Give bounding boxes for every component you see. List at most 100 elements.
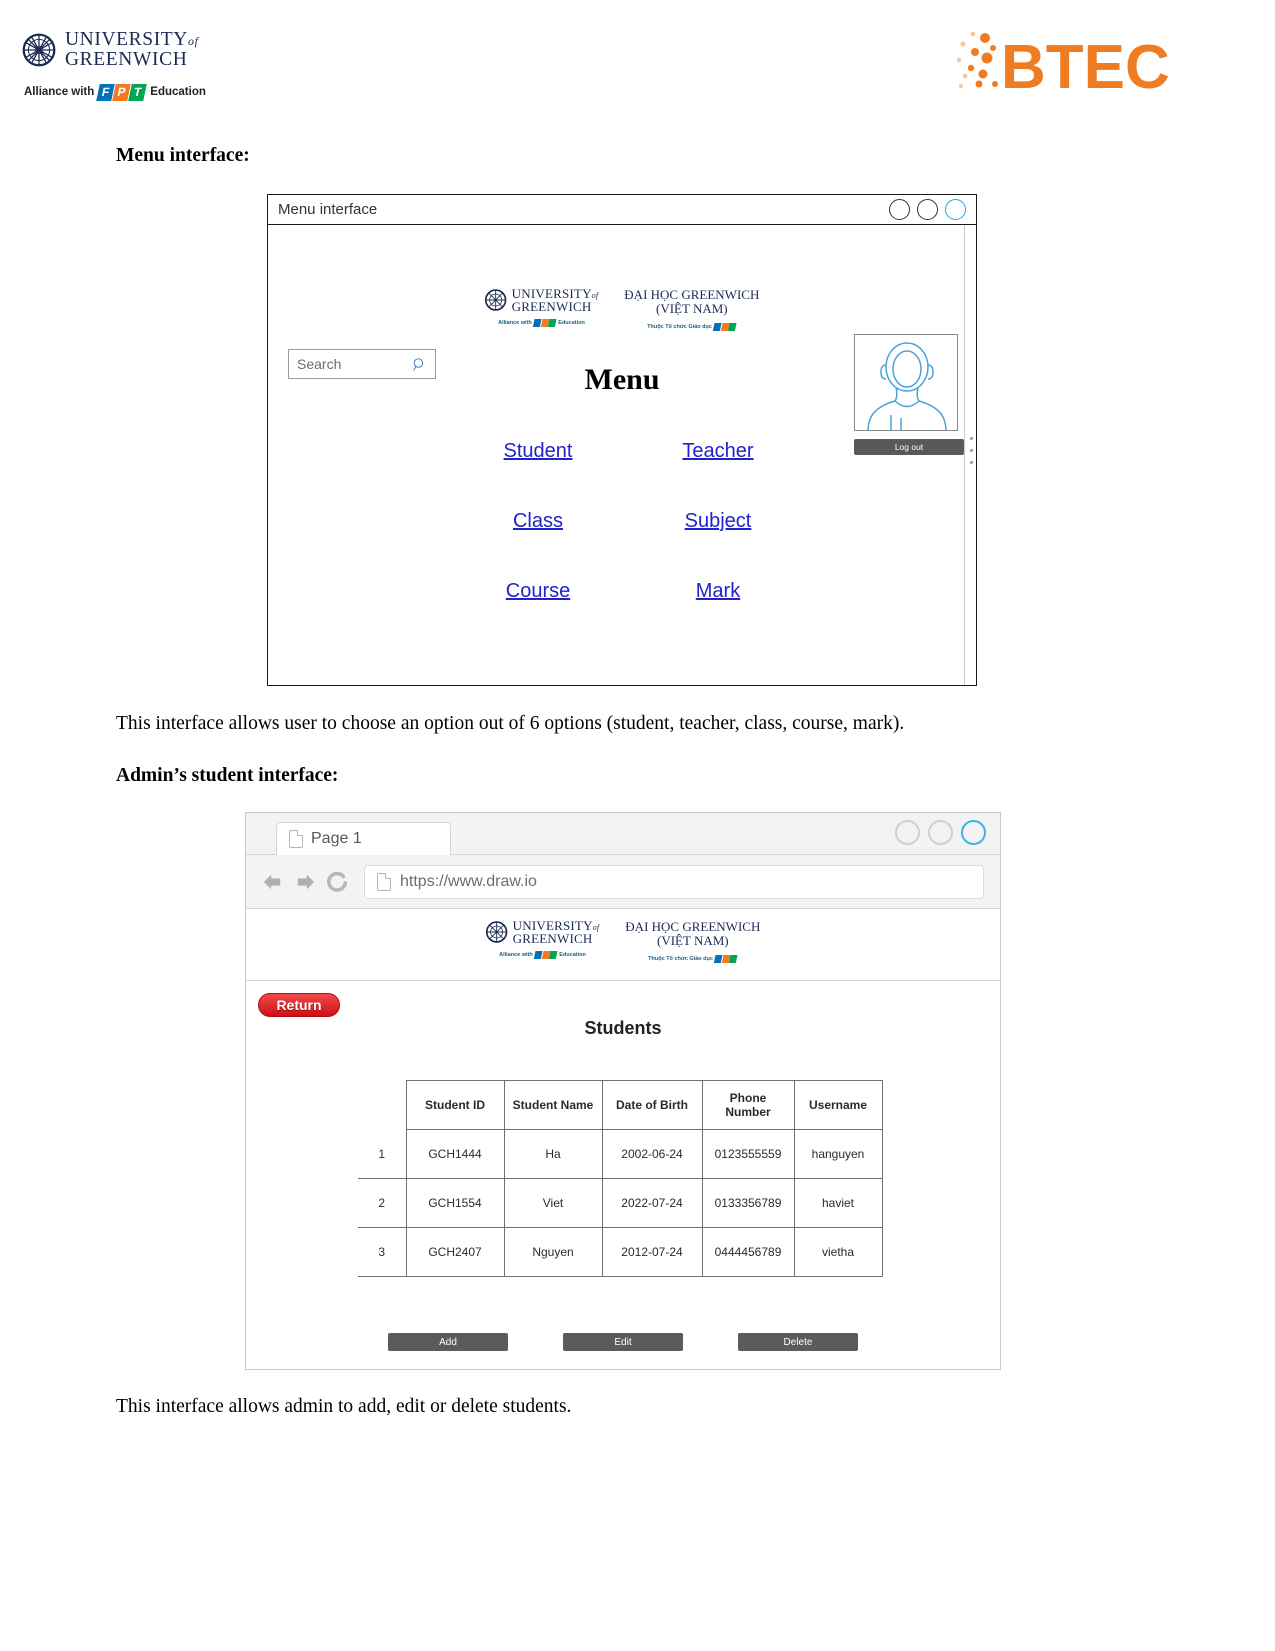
gw-vn-tagline: Thuộc Tổ chức Giáo dục bbox=[648, 955, 713, 962]
menu-links-grid: Student Teacher Class Subject Course Mar… bbox=[458, 440, 798, 650]
fpt-alliance-strip: Alliance with FPT Education bbox=[24, 83, 322, 101]
svg-text:BTEC: BTEC bbox=[1001, 33, 1170, 102]
gw-vn-line1: ĐẠI HỌC GREENWICH bbox=[624, 287, 760, 302]
student-interface-heading: Admin’s student interface: bbox=[116, 765, 339, 786]
uog-line1: UNIVERSITY bbox=[65, 29, 188, 50]
cell-student-name: Viet bbox=[503, 1178, 603, 1228]
cell-student-id: GCH1444 bbox=[405, 1129, 505, 1179]
alliance-suffix-label: Education bbox=[150, 86, 206, 99]
greenwich-crest-icon bbox=[22, 33, 56, 67]
browser-window-controls[interactable] bbox=[895, 820, 986, 845]
cell-username: hanguyen bbox=[793, 1129, 883, 1179]
menu-link-course[interactable]: Course bbox=[506, 580, 570, 602]
browser-tabbar: Page 1 bbox=[246, 813, 1000, 855]
table-corner-cell bbox=[358, 1081, 406, 1130]
mockup-body: UNIVERSITYof GREENWICH Alliance with Edu… bbox=[268, 225, 976, 685]
avatar bbox=[854, 334, 958, 431]
scroll-tick bbox=[970, 449, 973, 452]
menu-interface-mockup: Menu interface UNIVERSITYof GREENWICH Al… bbox=[267, 194, 977, 686]
browser-tab-page-1[interactable]: Page 1 bbox=[276, 822, 451, 855]
menu-link-row: Class Subject bbox=[458, 510, 798, 533]
btec-logo: BTEC bbox=[956, 31, 1170, 102]
window-close-button[interactable] bbox=[945, 199, 966, 220]
cell-phone-number: 0123555559 bbox=[701, 1129, 795, 1179]
column-header-student-id: Student ID bbox=[405, 1080, 505, 1130]
students-table: Student ID Student Name Date of Birth Ph… bbox=[358, 1080, 883, 1277]
user-avatar-icon bbox=[867, 342, 947, 430]
gw-en-of: of bbox=[591, 291, 599, 300]
menu-interface-caption: This interface allows user to choose an … bbox=[116, 713, 905, 734]
greenwich-vn-logo: ĐẠI HỌC GREENWICH (VIỆT NAM) Thuộc Tổ ch… bbox=[624, 287, 759, 331]
greenwich-crest-icon bbox=[485, 921, 508, 943]
menu-link-class[interactable]: Class bbox=[513, 510, 563, 532]
window-minimize-button[interactable] bbox=[895, 820, 920, 845]
cell-phone-number: 0133356789 bbox=[701, 1178, 795, 1228]
gw-en-tagline-suffix: Education bbox=[559, 952, 586, 958]
gw-vn-line2: (VIỆT NAM) bbox=[657, 933, 729, 949]
menu-link-subject[interactable]: Subject bbox=[685, 510, 752, 532]
menu-interface-heading: Menu interface: bbox=[116, 145, 250, 166]
return-button[interactable]: Return bbox=[258, 993, 340, 1017]
menu-link-mark[interactable]: Mark bbox=[696, 580, 740, 602]
table-action-buttons: Add Edit Delete bbox=[246, 1333, 1000, 1351]
column-header-date-of-birth: Date of Birth bbox=[601, 1080, 703, 1130]
menu-link-teacher[interactable]: Teacher bbox=[682, 440, 753, 462]
table-row[interactable]: 2 GCH1554 Viet 2022-07-24 0133356789 hav… bbox=[358, 1178, 883, 1228]
gw-vn-line1: ĐẠI HỌC GREENWICH bbox=[625, 919, 761, 934]
add-button[interactable]: Add bbox=[388, 1333, 508, 1351]
student-interface-mockup: Page 1 https://www.draw.io UNIVERSITYof … bbox=[245, 812, 1001, 1370]
page-logo-strip: UNIVERSITYof GREENWICH Alliance with Edu… bbox=[246, 909, 1000, 981]
greenwich-dual-logo: UNIVERSITYof GREENWICH Alliance with Edu… bbox=[484, 287, 759, 331]
menu-link-student[interactable]: Student bbox=[504, 440, 573, 462]
fpt-logo bbox=[533, 951, 558, 959]
window-maximize-button[interactable] bbox=[917, 199, 938, 220]
menu-link-row: Course Mark bbox=[458, 580, 798, 603]
gw-vn-tagline: Thuộc Tổ chức Giáo dục bbox=[647, 323, 712, 330]
page-icon bbox=[377, 872, 391, 891]
scroll-tick bbox=[970, 461, 973, 464]
table-row[interactable]: 3 GCH2407 Nguyen 2012-07-24 0444456789 v… bbox=[358, 1227, 883, 1277]
greenwich-en-logo: UNIVERSITYof GREENWICH Alliance with Edu… bbox=[485, 919, 600, 959]
browser-urlbar: https://www.draw.io bbox=[246, 855, 1000, 909]
edit-button[interactable]: Edit bbox=[563, 1333, 683, 1351]
cell-student-id: GCH1554 bbox=[405, 1178, 505, 1228]
fpt-logo bbox=[532, 319, 557, 327]
greenwich-en-logo: UNIVERSITYof GREENWICH Alliance with Edu… bbox=[484, 287, 599, 327]
table-row[interactable]: 1 GCH1444 Ha 2002-06-24 0123555559 hangu… bbox=[358, 1129, 883, 1179]
window-close-button[interactable] bbox=[961, 820, 986, 845]
page-icon bbox=[289, 830, 303, 848]
url-input[interactable]: https://www.draw.io bbox=[364, 864, 984, 899]
menu-link-row: Student Teacher bbox=[458, 440, 798, 463]
row-index: 3 bbox=[358, 1227, 407, 1277]
student-interface-caption: This interface allows admin to add, edit… bbox=[116, 1396, 572, 1417]
delete-button[interactable]: Delete bbox=[738, 1333, 858, 1351]
window-minimize-button[interactable] bbox=[889, 199, 910, 220]
scroll-ticks bbox=[970, 437, 973, 464]
row-index: 2 bbox=[358, 1178, 407, 1228]
forward-arrow-icon[interactable] bbox=[294, 872, 316, 892]
uog-of: of bbox=[188, 34, 199, 48]
table-header-row: Student ID Student Name Date of Birth Ph… bbox=[358, 1080, 883, 1130]
cell-student-name: Ha bbox=[503, 1129, 603, 1179]
gw-vn-line2: (VIỆT NAM) bbox=[656, 301, 728, 317]
window-controls[interactable] bbox=[889, 199, 966, 220]
cell-username: vietha bbox=[793, 1227, 883, 1277]
browser-tab-label: Page 1 bbox=[311, 830, 362, 847]
row-index: 1 bbox=[358, 1129, 407, 1179]
mockup-window-title: Menu interface bbox=[278, 201, 378, 218]
reload-icon[interactable] bbox=[326, 871, 348, 893]
cell-username: haviet bbox=[793, 1178, 883, 1228]
column-header-username: Username bbox=[793, 1080, 883, 1130]
students-page-content: Return Students Student ID Student Name … bbox=[246, 981, 1000, 1369]
fpt-logo bbox=[713, 322, 737, 331]
gw-en-tagline-suffix: Education bbox=[558, 320, 585, 326]
cell-phone-number: 0444456789 bbox=[701, 1227, 795, 1277]
mockup-titlebar: Menu interface bbox=[268, 195, 976, 225]
gw-en-tagline-prefix: Alliance with bbox=[499, 952, 533, 958]
cell-date-of-birth: 2022-07-24 bbox=[601, 1178, 703, 1228]
back-arrow-icon[interactable] bbox=[262, 872, 284, 892]
logout-button[interactable]: Log out bbox=[854, 439, 964, 455]
gw-en-of: of bbox=[592, 923, 600, 932]
window-maximize-button[interactable] bbox=[928, 820, 953, 845]
fpt-logo: FPT bbox=[96, 83, 148, 101]
